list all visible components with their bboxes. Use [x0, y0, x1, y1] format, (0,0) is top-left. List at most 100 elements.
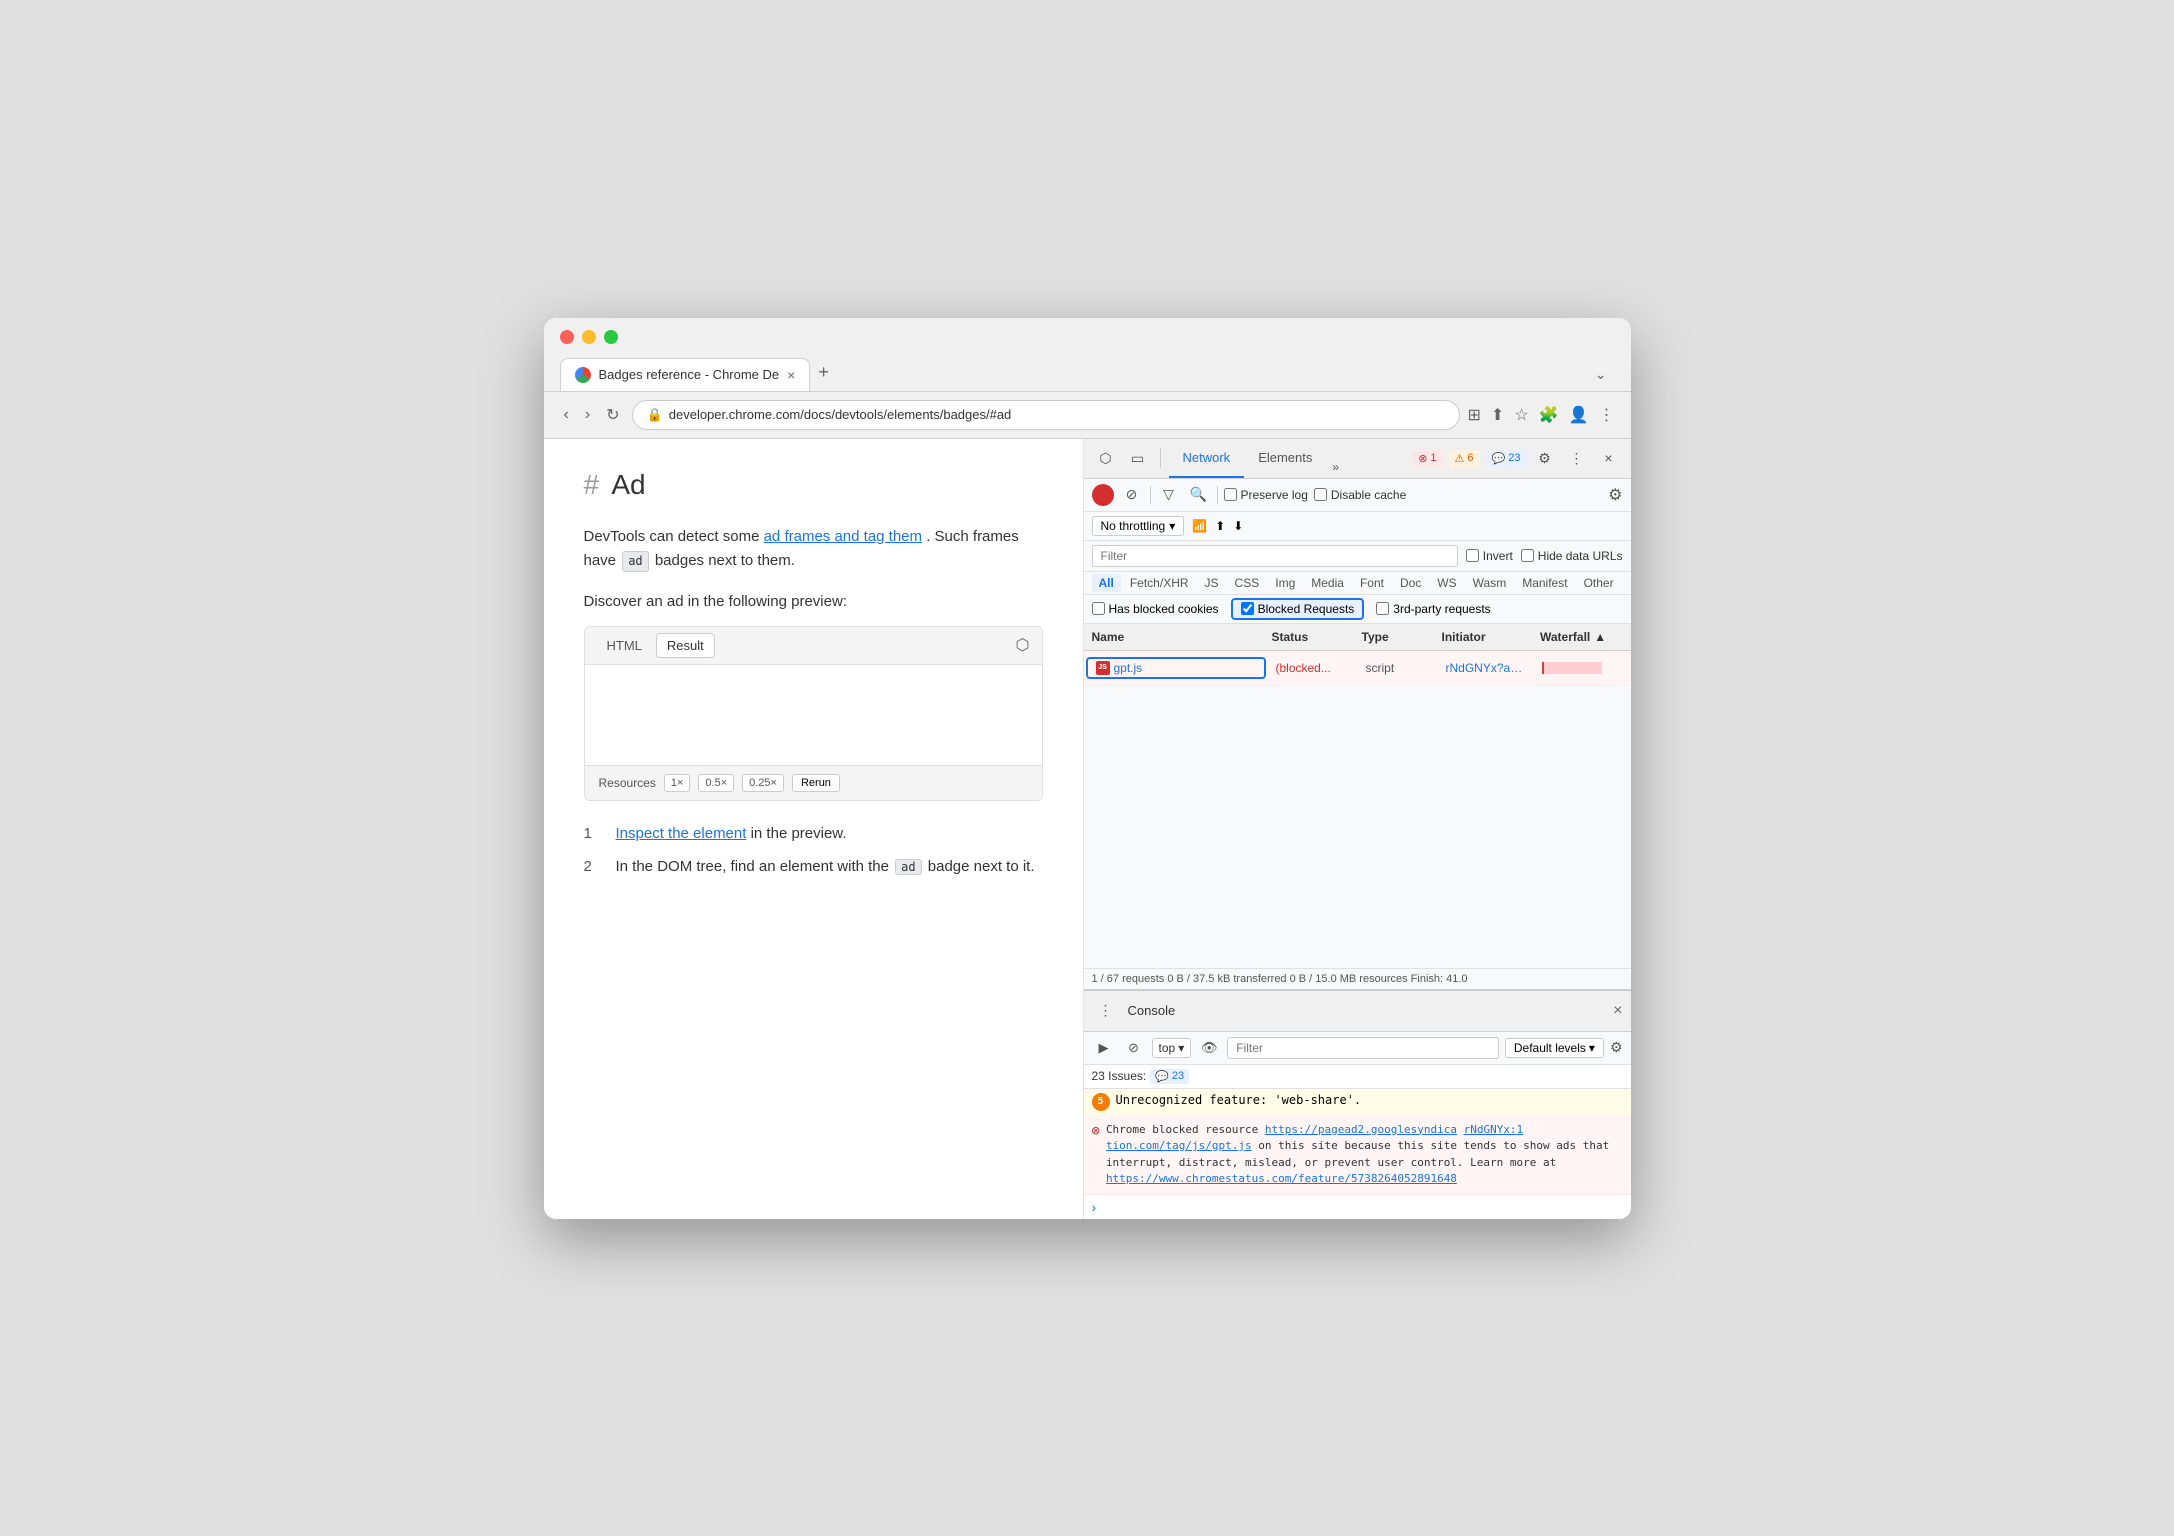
minimize-traffic-light[interactable] [582, 330, 596, 344]
cursor-tool-btn[interactable]: ⬡ [1092, 444, 1120, 472]
dt-badges: ⊗ 1 ⚠ 6 💬 23 [1412, 450, 1526, 467]
screen-icon[interactable]: ⊞ [1468, 405, 1481, 425]
share-icon[interactable]: ⬆ [1491, 405, 1504, 425]
type-btn-all[interactable]: All [1092, 574, 1121, 592]
tion-link[interactable]: tion.com/tag/js/gpt.js [1106, 1139, 1252, 1152]
tab-network[interactable]: Network [1169, 439, 1245, 478]
dt-close-btn[interactable]: × [1595, 444, 1623, 472]
type-btn-ws[interactable]: WS [1430, 574, 1463, 592]
reload-button[interactable]: ↻ [602, 403, 623, 427]
throttle-select[interactable]: No throttling ▾ [1092, 516, 1185, 536]
info-badge[interactable]: 💬 23 [1486, 450, 1527, 467]
dt-settings-btn[interactable]: ⚙ [1531, 444, 1559, 472]
mult-05x-btn[interactable]: 0.5× [698, 774, 734, 792]
net-settings-btn[interactable]: ⚙ [1608, 485, 1622, 505]
code-preview-icon[interactable]: ⬡ [1016, 635, 1030, 655]
download-icon[interactable]: ⬇ [1233, 519, 1243, 533]
blocked-requests-input[interactable] [1241, 602, 1254, 615]
console-settings-btn[interactable]: ⚙ [1610, 1039, 1623, 1056]
tab-menu-button[interactable]: ⌄ [1587, 358, 1615, 391]
extension-icon[interactable]: 🧩 [1539, 405, 1559, 425]
tab-close-button[interactable]: × [787, 367, 795, 383]
issues-badge[interactable]: 💬 23 [1150, 1069, 1189, 1084]
dt-more-btn[interactable]: ⋮ [1563, 444, 1591, 472]
type-btn-manifest[interactable]: Manifest [1515, 574, 1574, 592]
preserve-log-checkbox[interactable]: Preserve log [1224, 488, 1308, 502]
disable-cache-input[interactable] [1314, 488, 1327, 501]
type-btn-css[interactable]: CSS [1228, 574, 1267, 592]
third-party-checkbox[interactable]: 3rd-party requests [1376, 602, 1490, 616]
type-btn-font[interactable]: Font [1353, 574, 1391, 592]
filter-btn[interactable]: ▽ [1157, 483, 1181, 507]
console-close-btn[interactable]: × [1613, 1002, 1622, 1020]
preserve-log-input[interactable] [1224, 488, 1237, 501]
status-bar-text: 1 / 67 requests 0 B / 37.5 kB transferre… [1092, 973, 1468, 985]
console-run-btn[interactable]: ▶ [1092, 1036, 1116, 1060]
type-btn-doc[interactable]: Doc [1393, 574, 1428, 592]
hide-data-urls-input[interactable] [1521, 549, 1534, 562]
type-btn-fetchxhr[interactable]: Fetch/XHR [1123, 574, 1196, 592]
default-levels-arrow: ▾ [1589, 1041, 1595, 1055]
inspect-element-link[interactable]: Inspect the element [616, 825, 747, 842]
invert-input[interactable] [1466, 549, 1479, 562]
row-initiator[interactable]: rNdGNYx?anima... [1438, 659, 1535, 677]
invert-checkbox[interactable]: Invert [1466, 549, 1513, 563]
ad-frames-link[interactable]: ad frames and tag them [764, 528, 922, 545]
dt-actions: ⚙ ⋮ × [1531, 444, 1623, 472]
row-name-gptjs[interactable]: JS gpt.js [1086, 657, 1266, 679]
tab-result[interactable]: Result [656, 633, 715, 658]
rerun-btn[interactable]: Rerun [792, 774, 840, 792]
maximize-traffic-light[interactable] [604, 330, 618, 344]
console-filter-input[interactable] [1227, 1037, 1499, 1059]
pagead-link[interactable]: https://pagead2.googlesyndica [1265, 1123, 1457, 1136]
table-row[interactable]: JS gpt.js (blocked... script rNdGNYx?ani… [1084, 651, 1631, 686]
net-table: Name Status Type Initiator Waterfall ▲ J… [1084, 624, 1631, 968]
close-traffic-light[interactable] [560, 330, 574, 344]
tab-html[interactable]: HTML [597, 634, 652, 657]
mult-1x-btn[interactable]: 1× [664, 774, 691, 792]
url-bar[interactable]: 🔒 developer.chrome.com/docs/devtools/ele… [632, 400, 1460, 430]
mult-025x-btn[interactable]: 0.25× [742, 774, 784, 792]
more-tabs-btn[interactable]: » [1326, 456, 1345, 478]
tab-elements[interactable]: Elements [1244, 439, 1326, 478]
waterfall-label: Waterfall [1540, 630, 1590, 644]
net-toolbar-row1: ⊘ ▽ 🔍 Preserve log Disable cache ⚙ [1084, 479, 1631, 512]
col-header-type: Type [1354, 628, 1434, 646]
third-party-input[interactable] [1376, 602, 1389, 615]
disable-cache-checkbox[interactable]: Disable cache [1314, 488, 1406, 502]
type-btn-js[interactable]: JS [1198, 574, 1226, 592]
device-mode-btn[interactable]: ▭ [1124, 444, 1152, 472]
browser-menu-icon[interactable]: ⋮ [1599, 405, 1615, 425]
step-2-text: In the DOM tree, find an element with th… [616, 858, 1035, 875]
record-btn[interactable] [1092, 484, 1114, 506]
new-tab-button[interactable]: + [810, 354, 837, 391]
rndgnyx-link[interactable]: rNdGNYx:1 [1464, 1123, 1524, 1136]
type-btn-other[interactable]: Other [1577, 574, 1621, 592]
console-stop-btn[interactable]: ⊘ [1122, 1036, 1146, 1060]
bookmark-icon[interactable]: ☆ [1514, 405, 1528, 425]
hide-data-urls-checkbox[interactable]: Hide data URLs [1521, 549, 1623, 563]
blocked-row: Has blocked cookies Blocked Requests 3rd… [1084, 595, 1631, 624]
error-badge[interactable]: ⊗ 1 [1412, 450, 1442, 467]
active-tab[interactable]: Badges reference - Chrome De × [560, 358, 811, 391]
has-blocked-cookies-input[interactable] [1092, 602, 1105, 615]
net-status-bar: 1 / 67 requests 0 B / 37.5 kB transferre… [1084, 968, 1631, 989]
page-title: Ad [611, 469, 645, 500]
clear-btn[interactable]: ⊘ [1120, 483, 1144, 507]
type-btn-wasm[interactable]: Wasm [1466, 574, 1514, 592]
eye-icon-btn[interactable]: 👁 [1197, 1036, 1221, 1060]
forward-button[interactable]: › [581, 404, 594, 426]
upload-icon[interactable]: ⬆ [1215, 519, 1225, 533]
warn-badge[interactable]: ⚠ 6 [1449, 450, 1480, 467]
col-header-waterfall: Waterfall ▲ [1532, 628, 1631, 646]
type-btn-img[interactable]: Img [1268, 574, 1302, 592]
search-btn[interactable]: 🔍 [1187, 483, 1211, 507]
top-selector[interactable]: top ▾ [1152, 1038, 1192, 1058]
back-button[interactable]: ‹ [560, 404, 573, 426]
has-blocked-cookies-checkbox[interactable]: Has blocked cookies [1092, 602, 1219, 616]
filter-input[interactable] [1092, 545, 1458, 567]
default-levels-select[interactable]: Default levels ▾ [1505, 1038, 1604, 1058]
type-btn-media[interactable]: Media [1304, 574, 1351, 592]
profile-icon[interactable]: 👤 [1569, 405, 1589, 425]
chromestatus-link[interactable]: https://www.chromestatus.com/feature/573… [1106, 1172, 1457, 1185]
